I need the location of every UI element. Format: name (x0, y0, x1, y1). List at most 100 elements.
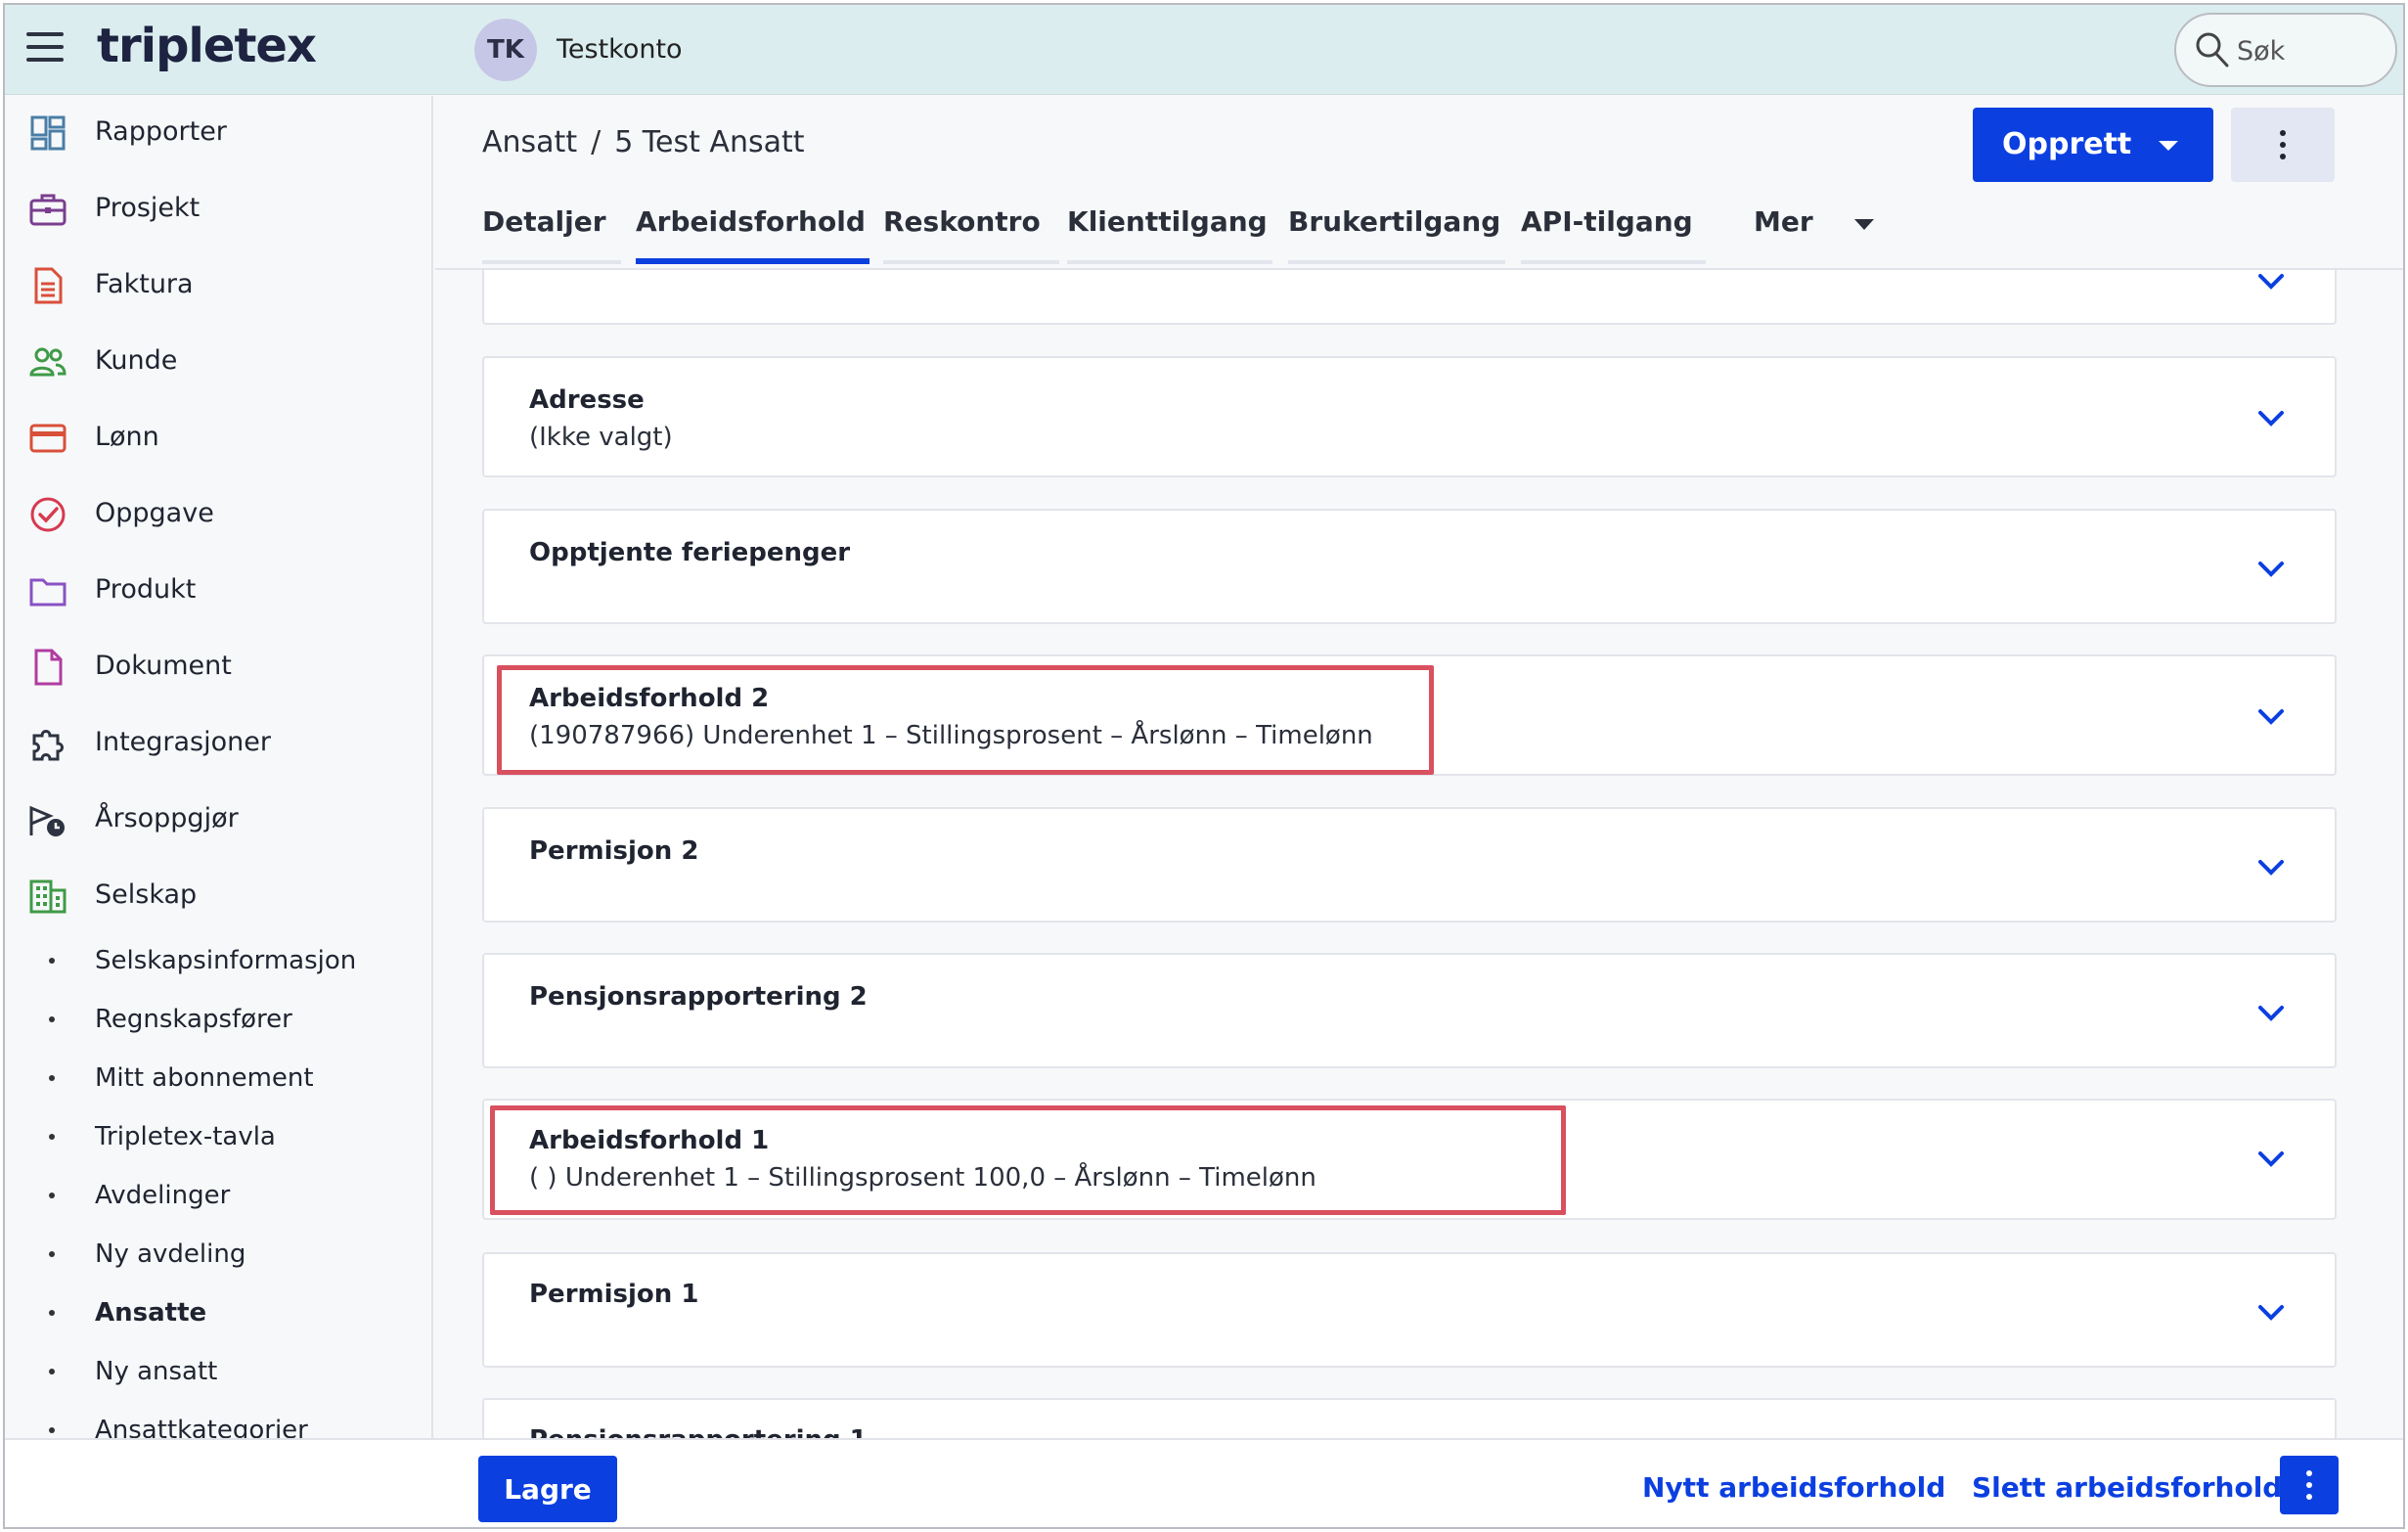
sidebar-item-arsoppgjor[interactable]: Årsoppgjør (5, 789, 433, 847)
chevron-down-icon (2258, 709, 2284, 725)
footer-more-button[interactable] (2280, 1456, 2339, 1514)
card-title: Pensjonsrapportering 2 (529, 982, 868, 1012)
sidebar-item-label: Produkt (95, 574, 197, 605)
kebab-icon (2306, 1470, 2312, 1500)
tab-arbeidsforhold[interactable]: Arbeidsforhold (636, 205, 870, 264)
document-icon (34, 649, 63, 686)
tab-label: API-tilgang (1521, 205, 1693, 238)
logo[interactable]: tripletex (97, 19, 317, 73)
card-arbeidsforhold-1[interactable]: Arbeidsforhold 1 ( ) Underenhet 1 – Stil… (482, 1099, 2337, 1220)
save-button[interactable]: Lagre (478, 1456, 617, 1522)
sidebar-item-kunde[interactable]: Kunde (5, 331, 433, 389)
sidebar-subitem-mitt-abonnement[interactable]: Mitt abonnement (5, 1054, 433, 1103)
sidebar-item-integrasjoner[interactable]: Integrasjoner (5, 712, 433, 771)
tab-label: Klienttilgang (1067, 205, 1268, 238)
tab-brukertilgang[interactable]: Brukertilgang (1288, 205, 1505, 264)
sidebar-item-label: Prosjekt (95, 193, 201, 223)
top-bar: tripletex TK Testkonto Søk (5, 5, 2403, 95)
sidebar-item-rapporter[interactable]: Rapporter (5, 102, 433, 160)
card-permisjon-2[interactable]: Permisjon 2 (482, 807, 2337, 923)
breadcrumb-parent[interactable]: Ansatt (482, 125, 577, 159)
app-window: tripletex TK Testkonto Søk Rapporter Pro… (3, 3, 2405, 1529)
card-title: Pensjonsrapportering 1 (529, 1425, 868, 1438)
breadcrumb-current: 5 Test Ansatt (614, 125, 805, 159)
tab-label: Detaljer (482, 205, 606, 238)
sidebar-item-oppgave[interactable]: Oppgave (5, 483, 433, 542)
sidebar: Rapporter Prosjekt Faktura Kunde Lønn Op… (5, 96, 433, 1445)
sidebar-subitem-label: Ny ansatt (95, 1357, 218, 1386)
sidebar-subitem-label: Ansatte (95, 1298, 207, 1328)
search-input[interactable]: Søk (2174, 13, 2397, 87)
bullet (49, 958, 55, 964)
sidebar-item-lonn[interactable]: Lønn (5, 407, 433, 466)
card-subtitle: (190787966) Underenhet 1 – Stillingspros… (529, 721, 1373, 750)
tab-label: Mer (1754, 205, 1813, 238)
sidebar-item-label: Dokument (95, 651, 232, 681)
card-title: Permisjon 2 (529, 836, 699, 866)
card-title: Opptjente feriepenger (529, 538, 851, 567)
chevron-down-icon (2258, 1305, 2284, 1321)
sidebar-subitem-ny-ansatt[interactable]: Ny ansatt (5, 1347, 433, 1396)
folder-icon (29, 578, 67, 607)
tab-reskontro[interactable]: Reskontro (883, 205, 1059, 264)
delete-employment-button[interactable]: Slett arbeidsforhold (1972, 1471, 2282, 1504)
bullet (49, 1193, 55, 1198)
card-subtitle: (Ikke valgt) (529, 423, 673, 452)
sidebar-subitem-label: Mitt abonnement (95, 1063, 314, 1093)
tab-mer[interactable]: Mer (1754, 205, 1881, 264)
account-name[interactable]: Testkonto (557, 34, 683, 65)
more-options-button[interactable] (2231, 108, 2335, 182)
sidebar-subitem-ansatte[interactable]: Ansatte (5, 1288, 433, 1337)
search-placeholder: Søk (2237, 36, 2286, 67)
sidebar-subitem-label: Avdelinger (95, 1181, 231, 1210)
breadcrumb: Ansatt / 5 Test Ansatt (482, 125, 805, 159)
card-pensjonsrapportering-1[interactable]: Pensjonsrapportering 1 (482, 1398, 2337, 1438)
sidebar-item-prosjekt[interactable]: Prosjekt (5, 178, 433, 237)
card-adresse[interactable]: Adresse (Ikke valgt) (482, 356, 2337, 477)
bullet (49, 1075, 55, 1081)
bullet (49, 1310, 55, 1316)
sidebar-subitem-ny-avdeling[interactable]: Ny avdeling (5, 1230, 433, 1279)
building-icon (29, 879, 67, 914)
tab-api-tilgang[interactable]: API-tilgang (1521, 205, 1706, 264)
sidebar-subitem-label: Ny avdeling (95, 1239, 246, 1269)
breadcrumb-separator: / (591, 125, 602, 159)
card-partial-top[interactable] (482, 270, 2337, 325)
sidebar-item-selskap[interactable]: Selskap (5, 865, 433, 924)
sidebar-subitem-tripletex-tavla[interactable]: Tripletex-tavla (5, 1112, 433, 1161)
sidebar-item-produkt[interactable]: Produkt (5, 560, 433, 618)
card-permisjon-1[interactable]: Permisjon 1 (482, 1252, 2337, 1368)
sidebar-item-label: Faktura (95, 269, 194, 299)
sidebar-subitem-label: Selskapsinformasjon (95, 946, 357, 975)
card-pensjonsrapportering-2[interactable]: Pensjonsrapportering 2 (482, 953, 2337, 1068)
sidebar-subitem-avdelinger[interactable]: Avdelinger (5, 1171, 433, 1220)
sidebar-item-label: Oppgave (95, 498, 214, 528)
bottom-action-bar: Lagre Nytt arbeidsforhold Slett arbeidsf… (5, 1438, 2403, 1527)
sidebar-item-label: Kunde (95, 345, 178, 376)
create-button[interactable]: Opprett (1973, 108, 2213, 182)
card-opptjente-feriepenger[interactable]: Opptjente feriepenger (482, 509, 2337, 624)
bullet (49, 1016, 55, 1022)
tab-klienttilgang[interactable]: Klienttilgang (1067, 205, 1272, 264)
caret-down-icon (2159, 141, 2178, 151)
tab-label: Arbeidsforhold (636, 205, 866, 238)
sidebar-item-dokument[interactable]: Dokument (5, 636, 433, 695)
sidebar-subitem-regnskapsforer[interactable]: Regnskapsfører (5, 995, 433, 1044)
bullet (49, 1134, 55, 1140)
menu-icon[interactable] (26, 32, 64, 66)
sidebar-subitem-label: Tripletex-tavla (95, 1122, 276, 1151)
briefcase-icon (29, 194, 67, 226)
new-employment-button[interactable]: Nytt arbeidsforhold (1642, 1471, 1945, 1504)
sidebar-item-faktura[interactable]: Faktura (5, 254, 433, 313)
bullet (49, 1369, 55, 1374)
sidebar-item-label: Selskap (95, 879, 198, 910)
chevron-down-icon (2258, 1006, 2284, 1021)
card-arbeidsforhold-2[interactable]: Arbeidsforhold 2 (190787966) Underenhet … (482, 654, 2337, 776)
avatar[interactable]: TK (474, 19, 537, 81)
tab-detaljer[interactable]: Detaljer (482, 205, 621, 264)
main-content: Ansatt / 5 Test Ansatt Opprett Detaljer Ar… (435, 96, 2403, 1438)
card-subtitle: ( ) Underenhet 1 – Stillingsprosent 100,… (529, 1163, 1316, 1193)
invoice-document-icon (34, 267, 63, 304)
sidebar-subitem-selskapsinformasjon[interactable]: Selskapsinformasjon (5, 936, 433, 985)
people-icon (29, 347, 67, 377)
